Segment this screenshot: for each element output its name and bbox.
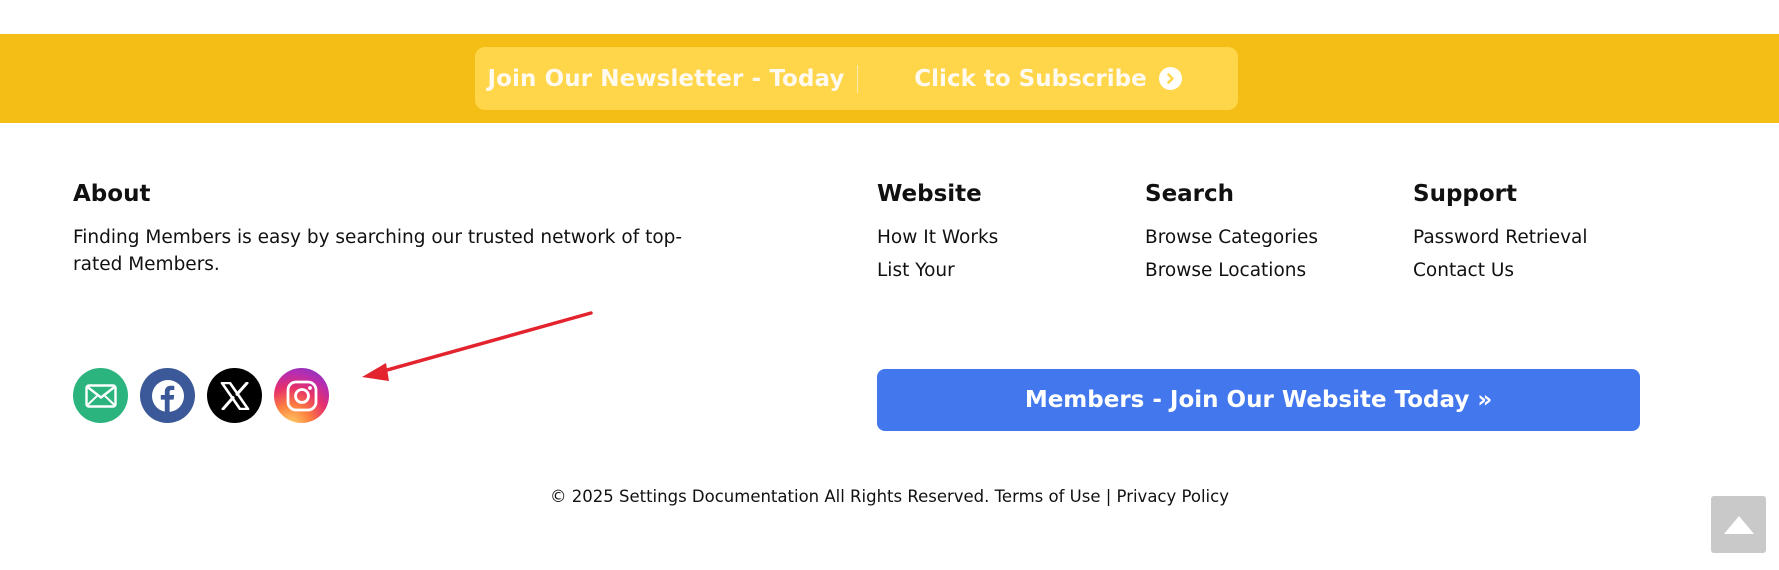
copyright-bar: © 2025 Settings Documentation All Rights… — [0, 487, 1779, 506]
privacy-policy-link[interactable]: Privacy Policy — [1117, 487, 1229, 506]
about-title: About — [73, 181, 151, 207]
link-contact-us[interactable]: Contact Us — [1413, 257, 1588, 290]
newsletter-pill: Join Our Newsletter - Today Click to Sub… — [475, 47, 1238, 110]
search-title: Search — [1145, 181, 1235, 207]
support-title: Support — [1413, 181, 1518, 207]
website-title: Website — [877, 181, 982, 207]
chevron-circle-right-icon — [1158, 67, 1182, 90]
subscribe-label: Click to Subscribe — [914, 65, 1147, 92]
website-links: How It Works List Your — [877, 224, 998, 290]
support-links: Password Retrieval Contact Us — [1413, 224, 1588, 290]
triangle-up-icon — [1723, 515, 1754, 534]
email-icon[interactable] — [73, 368, 128, 423]
x-icon[interactable] — [207, 368, 262, 423]
join-website-button[interactable]: Members - Join Our Website Today » — [877, 369, 1640, 431]
terms-of-use-link[interactable]: Terms of Use — [995, 487, 1101, 506]
link-password-retrieval[interactable]: Password Retrieval — [1413, 224, 1588, 257]
link-list-your[interactable]: List Your — [877, 257, 998, 290]
link-browse-categories[interactable]: Browse Categories — [1145, 224, 1318, 257]
instagram-icon[interactable] — [274, 368, 329, 423]
facebook-icon[interactable] — [140, 368, 195, 423]
search-links: Browse Categories Browse Locations — [1145, 224, 1318, 290]
subscribe-button[interactable]: Click to Subscribe — [858, 47, 1238, 110]
link-browse-locations[interactable]: Browse Locations — [1145, 257, 1318, 290]
link-how-it-works[interactable]: How It Works — [877, 224, 998, 257]
newsletter-band: Join Our Newsletter - Today Click to Sub… — [0, 34, 1779, 123]
newsletter-title: Join Our Newsletter - Today — [487, 65, 845, 92]
scroll-to-top-button[interactable] — [1711, 496, 1766, 553]
copyright-text: © 2025 Settings Documentation All Rights… — [550, 487, 990, 506]
about-text: Finding Members is easy by searching our… — [73, 227, 683, 275]
copyright-separator: | — [1105, 487, 1112, 506]
social-icons — [73, 368, 329, 423]
